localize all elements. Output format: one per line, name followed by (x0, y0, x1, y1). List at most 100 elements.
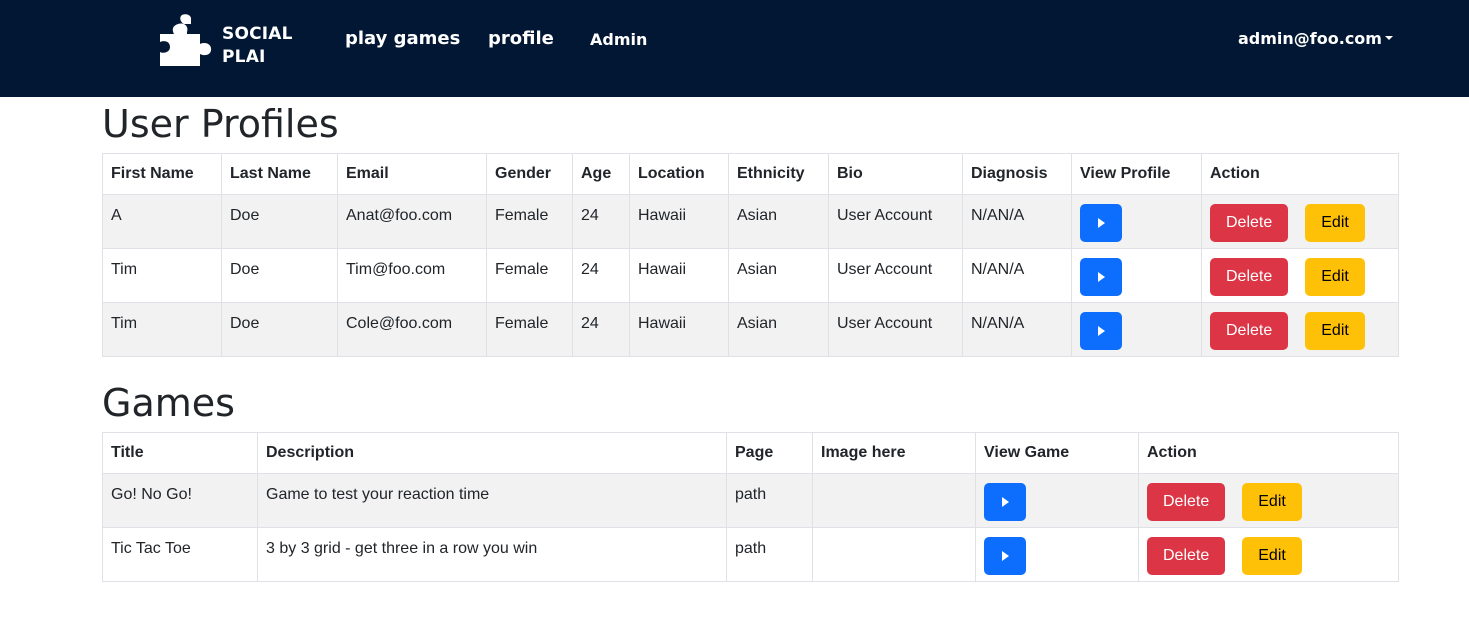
edit-button[interactable]: Edit (1305, 258, 1365, 296)
col-first-name: First Name (102, 153, 222, 195)
brand-line-2: PLAI (222, 47, 266, 67)
edit-button[interactable]: Edit (1242, 483, 1302, 521)
cell-gender: Female (486, 248, 573, 303)
play-icon (1002, 551, 1009, 561)
cell-age: 24 (572, 302, 630, 357)
col-action: Action (1138, 432, 1399, 474)
play-icon (1098, 218, 1105, 228)
delete-button[interactable]: Delete (1210, 204, 1289, 242)
cell-bio: User Account (828, 302, 963, 357)
col-diagnosis: Diagnosis (962, 153, 1072, 195)
delete-button[interactable]: Delete (1147, 483, 1226, 521)
col-view-profile: View Profile (1071, 153, 1202, 195)
play-icon (1002, 497, 1009, 507)
cell-last-name: Doe (221, 302, 338, 357)
caret-down-icon (1384, 36, 1393, 40)
user-email: admin@foo.com (1238, 29, 1382, 48)
top-navbar: SOCIAL PLAI play games profile Admin adm… (0, 0, 1469, 97)
cell-email: Anat@foo.com (337, 194, 487, 249)
cell-title: Go! No Go! (102, 473, 258, 528)
cell-image (812, 473, 976, 528)
col-email: Email (337, 153, 487, 195)
cell-action: Delete Edit (1201, 302, 1399, 357)
cell-diagnosis: N/AN/A (962, 194, 1072, 249)
view-profile-button[interactable] (1080, 312, 1122, 350)
col-action: Action (1201, 153, 1399, 195)
play-icon (1098, 272, 1105, 282)
cell-action: Delete Edit (1138, 473, 1399, 528)
cell-first-name: A (102, 194, 222, 249)
cell-description: Game to test your reaction time (257, 473, 727, 528)
col-page: Page (726, 432, 813, 474)
delete-button[interactable]: Delete (1147, 537, 1226, 575)
cell-image (812, 527, 976, 582)
cell-title: Tic Tac Toe (102, 527, 258, 582)
profiles-header-row: First Name Last Name Email Gender Age Lo… (102, 153, 1399, 195)
cell-page: path (726, 473, 813, 528)
cell-view-game (975, 527, 1139, 582)
cell-action: Delete Edit (1201, 194, 1399, 249)
delete-button[interactable]: Delete (1210, 312, 1289, 350)
cell-ethnicity: Asian (728, 194, 829, 249)
cell-bio: User Account (828, 248, 963, 303)
cell-email: Tim@foo.com (337, 248, 487, 303)
col-view-game: View Game (975, 432, 1139, 474)
cell-location: Hawaii (629, 248, 729, 303)
games-table: Title Description Page Image here View G… (102, 432, 1399, 582)
cell-diagnosis: N/AN/A (962, 302, 1072, 357)
table-row: Tic Tac Toe 3 by 3 grid - get three in a… (102, 527, 1399, 582)
profiles-table: First Name Last Name Email Gender Age Lo… (102, 153, 1399, 357)
view-game-button[interactable] (984, 483, 1026, 521)
cell-email: Cole@foo.com (337, 302, 487, 357)
col-bio: Bio (828, 153, 963, 195)
col-age: Age (572, 153, 630, 195)
user-dropdown[interactable]: admin@foo.com (1238, 29, 1393, 48)
col-last-name: Last Name (221, 153, 338, 195)
brand-name[interactable]: SOCIAL PLAI (222, 23, 293, 69)
cell-view-game (975, 473, 1139, 528)
cell-age: 24 (572, 248, 630, 303)
cell-gender: Female (486, 194, 573, 249)
cell-view-profile (1071, 302, 1202, 357)
cell-bio: User Account (828, 194, 963, 249)
cell-last-name: Doe (221, 194, 338, 249)
table-row: Go! No Go! Game to test your reaction ti… (102, 473, 1399, 528)
cell-location: Hawaii (629, 194, 729, 249)
cell-age: 24 (572, 194, 630, 249)
edit-button[interactable]: Edit (1305, 312, 1365, 350)
puzzle-logo-icon[interactable] (158, 12, 214, 68)
delete-button[interactable]: Delete (1210, 258, 1289, 296)
nav-profile[interactable]: profile (488, 28, 554, 49)
table-row: Tim Doe Tim@foo.com Female 24 Hawaii Asi… (102, 248, 1399, 303)
view-game-button[interactable] (984, 537, 1026, 575)
cell-last-name: Doe (221, 248, 338, 303)
cell-first-name: Tim (102, 248, 222, 303)
col-gender: Gender (486, 153, 573, 195)
games-heading: Games (102, 381, 235, 425)
edit-button[interactable]: Edit (1305, 204, 1365, 242)
view-profile-button[interactable] (1080, 258, 1122, 296)
edit-button[interactable]: Edit (1242, 537, 1302, 575)
cell-gender: Female (486, 302, 573, 357)
cell-action: Delete Edit (1201, 248, 1399, 303)
cell-view-profile (1071, 194, 1202, 249)
cell-ethnicity: Asian (728, 302, 829, 357)
profiles-heading: User Profiles (102, 102, 339, 146)
view-profile-button[interactable] (1080, 204, 1122, 242)
col-image: Image here (812, 432, 976, 474)
cell-view-profile (1071, 248, 1202, 303)
col-description: Description (257, 432, 727, 474)
games-header-row: Title Description Page Image here View G… (102, 432, 1399, 474)
cell-page: path (726, 527, 813, 582)
nav-play-games[interactable]: play games (345, 28, 460, 49)
nav-admin[interactable]: Admin (590, 30, 647, 49)
cell-first-name: Tim (102, 302, 222, 357)
table-row: A Doe Anat@foo.com Female 24 Hawaii Asia… (102, 194, 1399, 249)
brand-line-1: SOCIAL (222, 24, 293, 44)
col-title: Title (102, 432, 258, 474)
cell-action: Delete Edit (1138, 527, 1399, 582)
table-row: Tim Doe Cole@foo.com Female 24 Hawaii As… (102, 302, 1399, 357)
cell-description: 3 by 3 grid - get three in a row you win (257, 527, 727, 582)
cell-ethnicity: Asian (728, 248, 829, 303)
col-ethnicity: Ethnicity (728, 153, 829, 195)
